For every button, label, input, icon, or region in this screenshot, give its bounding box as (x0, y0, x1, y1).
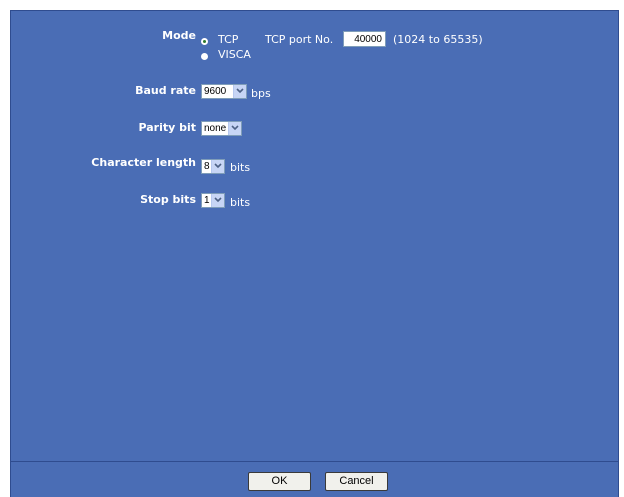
character-length-label: Character length (91, 156, 196, 169)
character-length-select[interactable]: 8 (201, 159, 225, 174)
mode-radio-tcp[interactable] (201, 38, 208, 45)
chevron-down-icon (211, 160, 224, 173)
chevron-down-icon (211, 194, 224, 207)
settings-panel: Mode TCP TCP port No. 40000 (1024 to 655… (10, 10, 619, 462)
mode-option-tcp-label: TCP (218, 33, 239, 46)
mode-radio-visca[interactable] (201, 53, 208, 60)
baud-rate-select[interactable]: 9600 (201, 84, 247, 99)
baud-rate-value: 9600 (204, 86, 227, 97)
character-length-unit: bits (230, 161, 251, 174)
mode-label: Mode (162, 29, 196, 42)
chevron-down-icon (233, 85, 246, 98)
mode-option-visca-label: VISCA (218, 48, 251, 61)
tcp-port-range: (1024 to 65535) (393, 33, 483, 46)
baud-rate-unit: bps (251, 87, 271, 100)
parity-bit-label: Parity bit (138, 121, 196, 134)
tcp-port-label: TCP port No. (265, 33, 334, 46)
stop-bits-unit: bits (230, 196, 251, 209)
button-bar: OK Cancel (10, 462, 619, 497)
baud-rate-label: Baud rate (135, 84, 196, 97)
stop-bits-value: 1 (204, 195, 210, 206)
stop-bits-label: Stop bits (140, 193, 196, 206)
parity-bit-select[interactable]: none (201, 121, 242, 136)
settings-frame: Mode TCP TCP port No. 40000 (1024 to 655… (0, 0, 624, 497)
stop-bits-select[interactable]: 1 (201, 193, 225, 208)
cancel-button[interactable]: Cancel (325, 472, 388, 491)
chevron-down-icon (228, 122, 241, 135)
character-length-value: 8 (204, 161, 210, 172)
ok-button[interactable]: OK (248, 472, 311, 491)
tcp-port-input[interactable]: 40000 (343, 31, 386, 47)
parity-bit-value: none (204, 123, 227, 134)
